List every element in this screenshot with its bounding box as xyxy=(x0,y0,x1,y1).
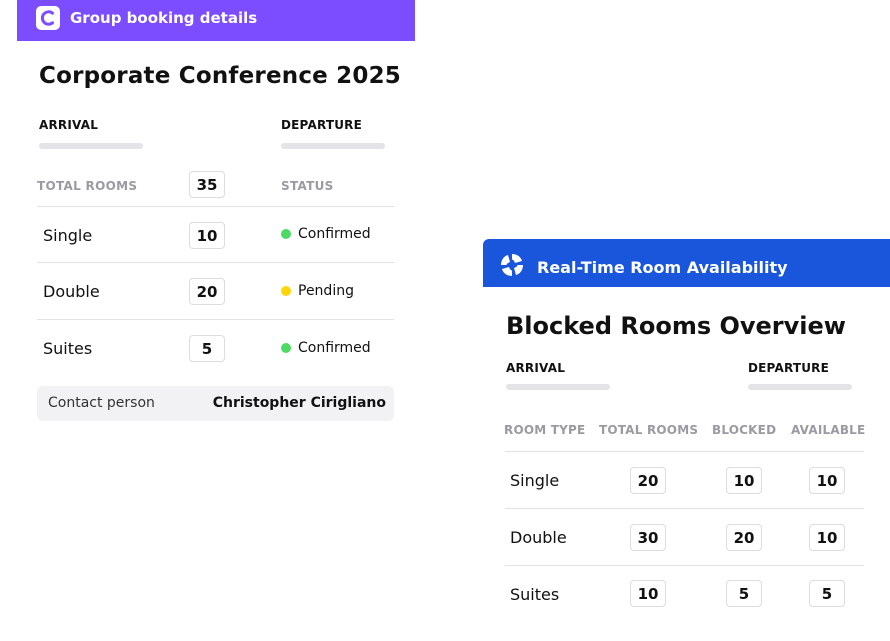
availability-header-title: Real-Time Room Availability xyxy=(537,258,788,277)
room-type-suites: Suites xyxy=(510,585,560,604)
status-dot-icon xyxy=(281,343,291,353)
departure-label: DEPARTURE xyxy=(281,118,363,132)
arrival-label: ARRIVAL xyxy=(39,118,99,132)
room-type-double: Double xyxy=(510,528,567,547)
total-rooms-label: TOTAL ROOMS xyxy=(37,179,138,193)
contact-person-row: Contact person Christopher Cirigliano xyxy=(37,386,394,421)
row-divider xyxy=(505,508,864,509)
row-divider xyxy=(37,319,394,320)
blocked-suites[interactable]: 5 xyxy=(726,580,762,607)
arrival-label: ARRIVAL xyxy=(506,361,566,375)
available-double[interactable]: 10 xyxy=(809,524,845,551)
row-divider xyxy=(37,262,394,263)
status-single: Confirmed xyxy=(281,226,371,242)
room-type-double: Double xyxy=(43,282,100,301)
blocked-double[interactable]: 20 xyxy=(726,524,762,551)
available-suites[interactable]: 5 xyxy=(809,580,845,607)
status-double: Pending xyxy=(281,283,354,299)
room-count-double[interactable]: 20 xyxy=(189,278,225,305)
event-title: Corporate Conference 2025 xyxy=(39,63,401,89)
departure-label: DEPARTURE xyxy=(748,361,830,375)
room-type-single: Single xyxy=(43,226,93,245)
overview-title: Blocked Rooms Overview xyxy=(506,312,846,340)
status-text: Pending xyxy=(298,283,354,299)
status-label: STATUS xyxy=(281,179,334,193)
status-text: Confirmed xyxy=(298,226,371,242)
status-dot-icon xyxy=(281,286,291,296)
column-header-total-rooms: TOTAL ROOMS xyxy=(599,423,699,437)
status-dot-icon xyxy=(281,229,291,239)
total-rooms-value[interactable]: 35 xyxy=(189,171,225,198)
column-header-room-type: ROOM TYPE xyxy=(504,423,586,437)
departure-date-placeholder xyxy=(748,384,852,390)
total-rooms-suites[interactable]: 10 xyxy=(630,580,666,607)
room-count-suites[interactable]: 5 xyxy=(189,335,225,362)
status-suites: Confirmed xyxy=(281,340,371,356)
arrival-date-placeholder xyxy=(39,143,143,149)
total-rooms-double[interactable]: 30 xyxy=(630,524,666,551)
row-divider xyxy=(37,206,394,207)
contact-person-label: Contact person xyxy=(48,395,155,411)
blocked-single[interactable]: 10 xyxy=(726,467,762,494)
availability-logo-icon xyxy=(499,252,525,278)
contact-person-name[interactable]: Christopher Cirigliano xyxy=(213,395,386,411)
column-header-available: AVAILABLE xyxy=(791,423,866,437)
room-type-single: Single xyxy=(510,471,560,490)
room-count-single[interactable]: 10 xyxy=(189,222,225,249)
total-rooms-single[interactable]: 20 xyxy=(630,467,666,494)
app-logo-icon xyxy=(36,6,60,30)
group-booking-header: Group booking details xyxy=(17,0,415,41)
group-booking-card: Group booking details Corporate Conferen… xyxy=(17,0,415,440)
departure-date-placeholder xyxy=(281,143,385,149)
header-title: Group booking details xyxy=(70,9,258,27)
available-single[interactable]: 10 xyxy=(809,467,845,494)
room-type-suites: Suites xyxy=(43,339,93,358)
arrival-date-placeholder xyxy=(506,384,610,390)
availability-card: Real-Time Room Availability Blocked Room… xyxy=(483,239,890,641)
row-divider xyxy=(505,565,864,566)
availability-header: Real-Time Room Availability xyxy=(483,239,890,287)
column-header-blocked: BLOCKED xyxy=(712,423,777,437)
status-text: Confirmed xyxy=(298,340,371,356)
row-divider xyxy=(505,451,864,452)
